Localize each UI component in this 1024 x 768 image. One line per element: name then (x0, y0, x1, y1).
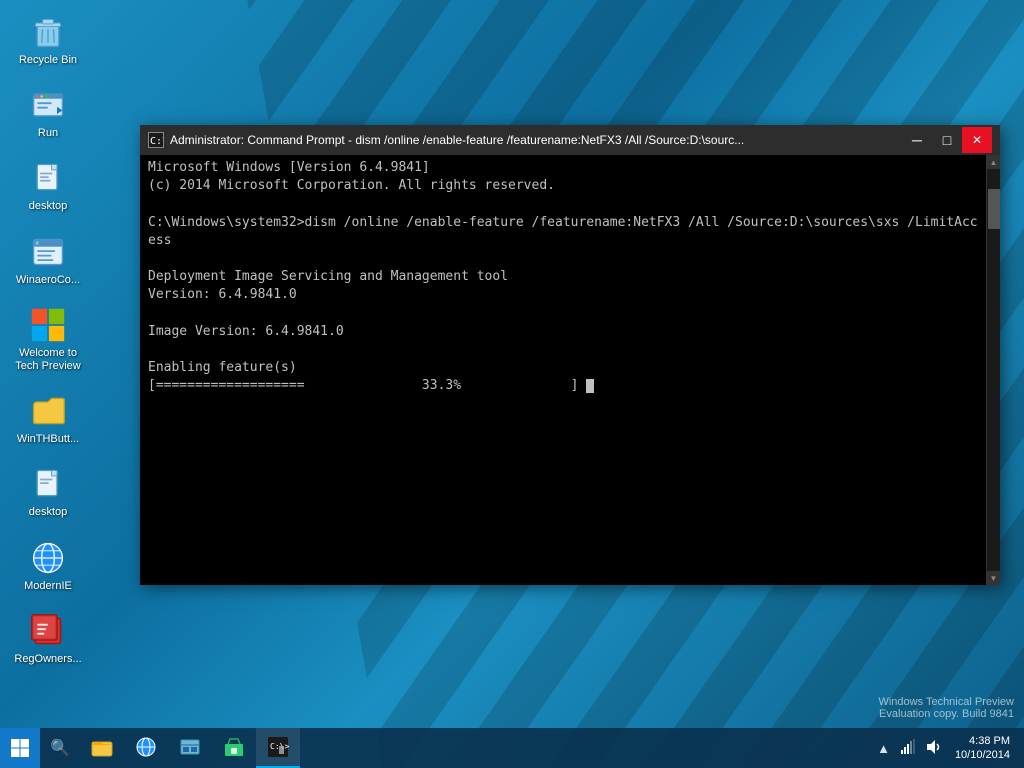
start-button[interactable] (0, 728, 40, 768)
watermark: Windows Technical Preview Evaluation cop… (878, 696, 1014, 720)
scrollbar-up-arrow[interactable]: ▲ (987, 155, 1001, 169)
taskbar-app-file-manager[interactable] (168, 728, 212, 768)
cmd-titlebar-icon: C:\ (148, 132, 164, 148)
cmd-content[interactable]: Microsoft Windows [Version 6.4.9841] (c)… (140, 155, 986, 585)
desktop-icons-container: Recycle Bin Run (0, 0, 100, 678)
run-icon[interactable]: Run (8, 81, 88, 144)
clock-time: 4:38 PM (955, 734, 1010, 748)
desktop1-label: desktop (29, 200, 68, 213)
regowners-label: RegOwners... (14, 653, 81, 666)
cmd-scrollbar[interactable]: ▲ ▼ (986, 155, 1000, 585)
winthbutt-icon[interactable]: WinTHButt... (8, 387, 88, 450)
desktop1-icon[interactable]: desktop (8, 154, 88, 217)
regowners-icon[interactable]: RegOwners... (8, 607, 88, 670)
cmd-body: Microsoft Windows [Version 6.4.9841] (c)… (140, 155, 1000, 585)
winthbutt-label: WinTHButt... (17, 433, 79, 446)
svg-text:C:\: C:\ (150, 136, 163, 147)
notification-arrow[interactable]: ▲ (874, 741, 893, 756)
cmd-titlebar-buttons: ─ □ ✕ (902, 127, 992, 153)
taskbar-right: ▲ 4:38 PM 10/10/2014 (874, 734, 1024, 763)
taskbar-apps: C:\> (80, 728, 874, 768)
cmd-output: Microsoft Windows [Version 6.4.9841] (c)… (148, 159, 978, 395)
desktop2-label: desktop (29, 506, 68, 519)
cmd-titlebar: C:\ Administrator: Command Prompt - dism… (140, 125, 1000, 155)
winaero-icon[interactable]: WinaeroCo... (8, 228, 88, 291)
taskbar-app-cmd[interactable]: C:\> (256, 728, 300, 768)
cmd-titlebar-text: Administrator: Command Prompt - dism /on… (170, 133, 902, 147)
welcome-icon[interactable]: Welcome to Tech Preview (8, 301, 88, 377)
minimize-button[interactable]: ─ (902, 127, 932, 153)
network-icon[interactable] (897, 739, 919, 758)
modernie-label: ModernIE (24, 580, 72, 593)
recycle-bin-label: Recycle Bin (19, 54, 77, 67)
desktop2-icon[interactable]: desktop (8, 460, 88, 523)
recycle-bin-icon[interactable]: Recycle Bin (8, 8, 88, 71)
modernie-icon[interactable]: ModernIE (8, 534, 88, 597)
desktop: Recycle Bin Run (0, 0, 1024, 768)
clock-date: 10/10/2014 (955, 748, 1010, 762)
welcome-label: Welcome to Tech Preview (12, 347, 84, 373)
taskbar-app-store[interactable] (212, 728, 256, 768)
close-button[interactable]: ✕ (962, 127, 992, 153)
scrollbar-down-arrow[interactable]: ▼ (987, 571, 1001, 585)
taskbar: 🔍 (0, 728, 1024, 768)
scrollbar-thumb[interactable] (988, 189, 1000, 229)
watermark-line2: Evaluation copy. Build 9841 (878, 708, 1014, 720)
speaker-icon[interactable] (923, 739, 945, 758)
maximize-button[interactable]: □ (932, 127, 962, 153)
taskbar-app-ie[interactable] (124, 728, 168, 768)
taskbar-clock[interactable]: 4:38 PM 10/10/2014 (949, 734, 1016, 763)
winaero-label: WinaeroCo... (16, 274, 80, 287)
watermark-line1: Windows Technical Preview (878, 696, 1014, 708)
cmd-window: C:\ Administrator: Command Prompt - dism… (140, 125, 1000, 585)
taskbar-search-button[interactable]: 🔍 (40, 728, 80, 768)
taskbar-app-file-explorer[interactable] (80, 728, 124, 768)
run-label: Run (38, 127, 58, 140)
